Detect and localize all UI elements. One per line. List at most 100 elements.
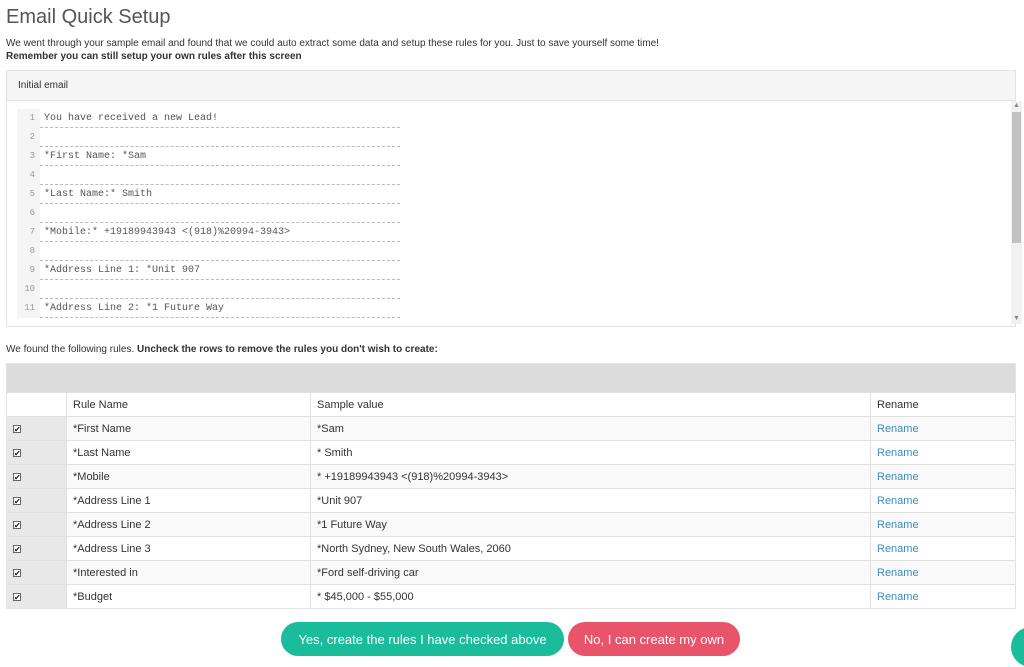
rules-table: Rule Name Sample value Rename ✔ *First N… — [6, 363, 1016, 609]
line-number: 7 — [17, 223, 40, 242]
code-line: 5 *Last Name:* Smith — [17, 185, 1009, 204]
initial-email-panel: Initial email 1 You have received a new L… — [6, 70, 1016, 327]
sample-value: *Unit 907 — [311, 489, 871, 512]
rename-link[interactable]: Rename — [877, 591, 919, 603]
header-check-cell — [7, 393, 67, 416]
rename-cell: Rename — [871, 417, 1015, 440]
table-row: ✔ *Last Name * Smith Rename — [7, 440, 1015, 464]
code-line: 7 *Mobile:* +19189943943 <(918)%20994-394… — [17, 223, 1009, 242]
table-header-row: Rule Name Sample value Rename — [7, 392, 1015, 416]
rule-checkbox[interactable]: ✔ — [13, 544, 21, 553]
line-text: *Mobile:* +19189943943 <(918)%20994-3943… — [40, 223, 400, 242]
create-rules-button[interactable]: Yes, create the rules I have checked abo… — [281, 622, 564, 656]
rename-link[interactable]: Rename — [877, 447, 919, 459]
email-code-view[interactable]: 1 You have received a new Lead! 2 3 *First… — [17, 109, 1009, 321]
rename-cell: Rename — [871, 513, 1015, 536]
rename-link[interactable]: Rename — [877, 471, 919, 483]
sample-value: *1 Future Way — [311, 513, 871, 536]
rules-instructions-plain: We found the following rules. — [6, 344, 138, 355]
scroll-up-icon[interactable]: ▲ — [1011, 101, 1022, 111]
scrollbar-thumb[interactable] — [1012, 112, 1021, 243]
email-panel-header: Initial email — [7, 71, 1015, 101]
code-line: 10 — [17, 280, 1009, 299]
line-text — [40, 280, 400, 299]
rename-cell: Rename — [871, 441, 1015, 464]
rule-checkbox[interactable]: ✔ — [13, 448, 21, 457]
row-check-cell: ✔ — [7, 417, 67, 440]
line-number: 2 — [17, 128, 40, 147]
line-text — [40, 128, 400, 147]
line-text: *Address Line 1: *Unit 907 — [40, 261, 400, 280]
rule-checkbox[interactable]: ✔ — [13, 520, 21, 529]
code-line: 2 — [17, 128, 1009, 147]
line-number: 11 — [17, 299, 40, 318]
rule-name: *First Name — [67, 417, 311, 440]
rule-checkbox[interactable]: ✔ — [13, 592, 21, 601]
rename-cell: Rename — [871, 561, 1015, 584]
line-number: 6 — [17, 204, 40, 223]
line-text: *Address Line 2: *1 Future Way — [40, 299, 400, 318]
create-own-button[interactable]: No, I can create my own — [568, 622, 740, 656]
intro-text: We went through your sample email and fo… — [6, 37, 659, 63]
rule-name: *Budget — [67, 585, 311, 608]
code-line: 11 *Address Line 2: *1 Future Way — [17, 299, 1009, 318]
chat-bubble-icon[interactable] — [1011, 627, 1024, 667]
row-check-cell: ✔ — [7, 561, 67, 584]
code-line: 6 — [17, 204, 1009, 223]
rule-checkbox[interactable]: ✔ — [13, 568, 21, 577]
rename-link[interactable]: Rename — [877, 423, 919, 435]
rename-link[interactable]: Rename — [877, 543, 919, 555]
sample-value: *North Sydney, New South Wales, 2060 — [311, 537, 871, 560]
header-rename: Rename — [877, 398, 919, 411]
rule-name: *Address Line 2 — [67, 513, 311, 536]
line-number: 10 — [17, 280, 40, 299]
row-check-cell: ✔ — [7, 489, 67, 512]
table-row: ✔ *Address Line 1 *Unit 907 Rename — [7, 488, 1015, 512]
table-row: ✔ *Budget * $45,000 - $55,000 Rename — [7, 584, 1015, 608]
code-line: 9 *Address Line 1: *Unit 907 — [17, 261, 1009, 280]
rule-name: *Address Line 3 — [67, 537, 311, 560]
page-title: Email Quick Setup — [6, 6, 171, 28]
row-check-cell: ✔ — [7, 513, 67, 536]
sample-value: * Smith — [311, 441, 871, 464]
line-text — [40, 242, 400, 261]
rule-checkbox[interactable]: ✔ — [13, 496, 21, 505]
line-number: 1 — [17, 109, 40, 128]
code-line: 1 You have received a new Lead! — [17, 109, 1009, 128]
code-line: 3 *First Name: *Sam — [17, 147, 1009, 166]
scroll-down-icon[interactable]: ▼ — [1011, 314, 1022, 324]
line-number: 5 — [17, 185, 40, 204]
rule-checkbox[interactable]: ✔ — [13, 472, 21, 481]
sample-value: * $45,000 - $55,000 — [311, 585, 871, 608]
rename-link[interactable]: Rename — [877, 567, 919, 579]
rule-name: *Mobile — [67, 465, 311, 488]
sample-value: *Ford self-driving car — [311, 561, 871, 584]
intro-line-2: Remember you can still setup your own ru… — [6, 51, 302, 62]
header-rule-name: Rule Name — [67, 393, 311, 416]
rename-cell: Rename — [871, 489, 1015, 512]
table-row: ✔ *Interested in *Ford self-driving car … — [7, 560, 1015, 584]
rules-instructions: We found the following rules. Uncheck th… — [6, 344, 438, 355]
rule-name: *Last Name — [67, 441, 311, 464]
line-text: You have received a new Lead! — [40, 109, 400, 128]
rules-instructions-bold: Uncheck the rows to remove the rules you… — [137, 344, 438, 355]
line-number: 4 — [17, 166, 40, 185]
rename-cell: Rename — [871, 537, 1015, 560]
rename-link[interactable]: Rename — [877, 519, 919, 531]
table-row: ✔ *Address Line 2 *1 Future Way Rename — [7, 512, 1015, 536]
rule-checkbox[interactable]: ✔ — [13, 424, 21, 433]
sample-value: * +19189943943 <(918)%20994-3943> — [311, 465, 871, 488]
table-row: ✔ *Mobile * +19189943943 <(918)%20994-39… — [7, 464, 1015, 488]
rename-link[interactable]: Rename — [877, 495, 919, 507]
line-number: 3 — [17, 147, 40, 166]
line-text — [40, 166, 400, 185]
table-row: ✔ *Address Line 3 *North Sydney, New Sou… — [7, 536, 1015, 560]
table-toolbar — [7, 364, 1015, 392]
rename-cell: Rename — [871, 465, 1015, 488]
line-text: *First Name: *Sam — [40, 147, 400, 166]
email-scrollbar[interactable]: ▲ ▼ — [1011, 101, 1022, 324]
row-check-cell: ✔ — [7, 537, 67, 560]
code-line: 4 — [17, 166, 1009, 185]
row-check-cell: ✔ — [7, 441, 67, 464]
line-text — [40, 204, 400, 223]
